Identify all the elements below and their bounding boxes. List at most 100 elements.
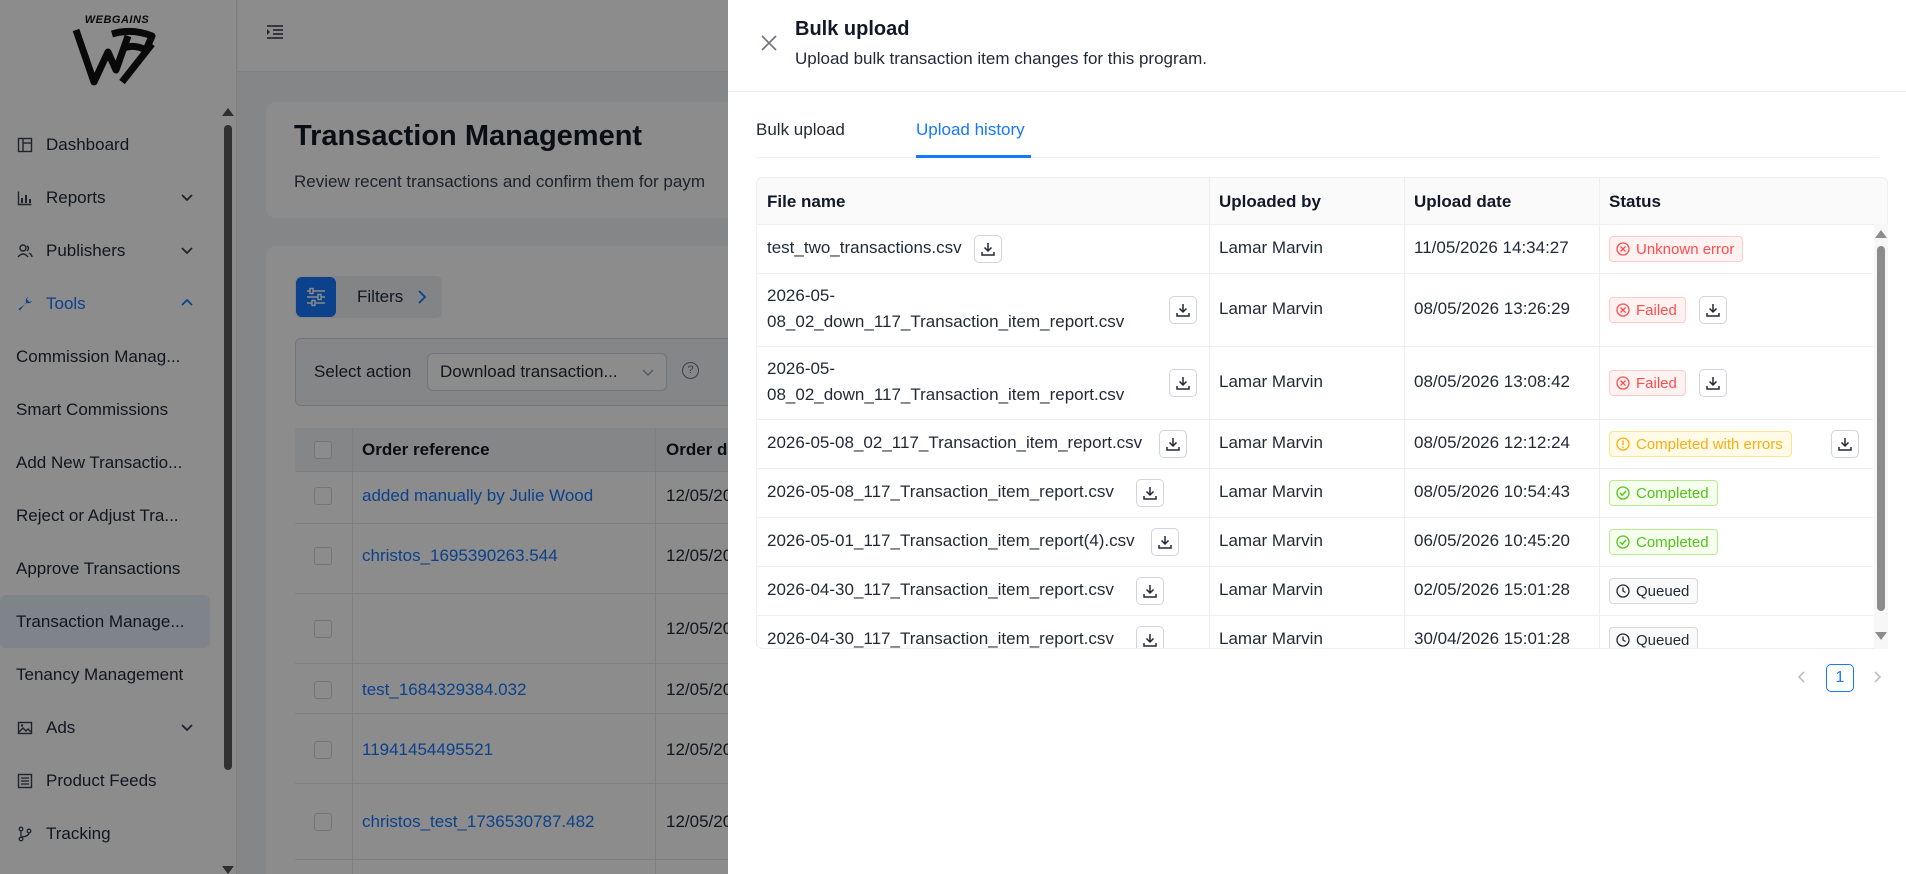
download-error-report-button[interactable] xyxy=(1699,369,1727,397)
column-divider xyxy=(1209,567,1210,616)
drawer-title: Bulk upload xyxy=(795,18,910,40)
download-icon xyxy=(1143,487,1157,500)
download-file-button[interactable] xyxy=(1159,430,1187,458)
column-divider xyxy=(1599,274,1600,347)
tab-bulk-upload[interactable]: Bulk upload xyxy=(756,120,845,140)
bulk-upload-drawer: Bulk upload Upload bulk transaction item… xyxy=(728,0,1906,874)
download-file-button[interactable] xyxy=(1169,369,1197,397)
uploaded-by: Lamar Marvin xyxy=(1219,299,1323,318)
column-divider xyxy=(1599,518,1600,567)
table-scroll-down-arrow[interactable] xyxy=(1875,632,1887,640)
upload-date: 08/05/2026 12:12:24 xyxy=(1414,433,1570,452)
column-header-status: Status xyxy=(1609,192,1661,211)
status-label: Completed with errors xyxy=(1636,435,1783,453)
file-name: 2026-05-08_02_117_Transaction_item_repor… xyxy=(767,433,1143,452)
file-name: 2026-05-08_02_down_117_Transaction_item_… xyxy=(767,359,1125,404)
download-file-button[interactable] xyxy=(974,235,1002,263)
status-label: Failed xyxy=(1636,301,1677,319)
column-divider xyxy=(1209,420,1210,469)
uploaded-by: Lamar Marvin xyxy=(1219,580,1323,599)
uploaded-by: Lamar Marvin xyxy=(1219,531,1323,550)
status-badge: Failed xyxy=(1609,370,1686,396)
column-divider xyxy=(1599,225,1600,274)
status-badge: Unknown error xyxy=(1609,236,1744,262)
file-name: test_two_transactions.csv xyxy=(767,238,962,257)
download-error-report-button[interactable] xyxy=(1831,430,1859,458)
file-name: 2026-05-08_117_Transaction_item_report.c… xyxy=(767,482,1114,501)
status-badge: Completed with errors xyxy=(1609,431,1792,457)
download-file-button[interactable] xyxy=(1136,626,1164,648)
file-name: 2026-04-30_117_Transaction_item_report.c… xyxy=(767,580,1114,599)
column-divider xyxy=(1209,518,1210,567)
uploaded-by: Lamar Marvin xyxy=(1219,629,1323,648)
table-scroll-up-arrow[interactable] xyxy=(1875,230,1887,238)
uploaded-by: Lamar Marvin xyxy=(1219,238,1323,257)
download-icon xyxy=(981,243,995,256)
download-icon xyxy=(1158,536,1172,549)
download-icon xyxy=(1143,634,1157,647)
table-row: 2026-04-30_117_Transaction_item_report.c… xyxy=(757,567,1873,616)
download-file-button[interactable] xyxy=(1136,479,1164,507)
status-label: Failed xyxy=(1636,374,1677,392)
status-badge: Failed xyxy=(1609,297,1686,323)
column-divider xyxy=(1404,274,1405,347)
table-row: test_two_transactions.csv Lamar Marvin 1… xyxy=(757,225,1873,274)
status-badge: Completed xyxy=(1609,480,1718,506)
column-divider xyxy=(1404,420,1405,469)
uploaded-by: Lamar Marvin xyxy=(1219,372,1323,391)
upload-date: 02/05/2026 15:01:28 xyxy=(1414,580,1570,599)
download-file-button[interactable] xyxy=(1169,296,1197,324)
status-label: Queued xyxy=(1636,582,1690,600)
download-icon xyxy=(1706,377,1720,390)
column-divider xyxy=(1404,178,1405,225)
status-label: Completed xyxy=(1636,533,1709,551)
upload-date: 11/05/2026 14:34:27 xyxy=(1414,238,1569,257)
column-header-uploaded-by: Uploaded by xyxy=(1219,192,1322,211)
download-icon xyxy=(1166,438,1180,451)
column-divider xyxy=(1209,225,1210,274)
close-circle-icon xyxy=(1616,303,1630,317)
table-header: File name Uploaded by Upload date Status xyxy=(757,178,1887,225)
clock-icon xyxy=(1616,633,1630,647)
drawer-subtitle: Upload bulk transaction item changes for… xyxy=(795,49,1207,68)
table-row: 2026-04-30_117_Transaction_item_report.c… xyxy=(757,616,1873,649)
close-circle-icon xyxy=(1616,376,1630,390)
column-divider xyxy=(1209,616,1210,648)
column-divider xyxy=(1599,347,1600,420)
download-file-button[interactable] xyxy=(1136,577,1164,605)
download-file-button[interactable] xyxy=(1151,528,1179,556)
upload-date: 06/05/2026 10:45:20 xyxy=(1414,531,1570,550)
close-icon[interactable] xyxy=(760,34,778,52)
close-circle-icon xyxy=(1616,242,1630,256)
status-label: Queued xyxy=(1636,631,1690,649)
table-row: 2026-05-08_117_Transaction_item_report.c… xyxy=(757,469,1873,518)
pagination-page-1[interactable]: 1 xyxy=(1826,664,1854,692)
drawer-header: Bulk upload Upload bulk transaction item… xyxy=(728,0,1906,92)
table-row: 2026-05-08_02_down_117_Transaction_item_… xyxy=(757,347,1873,420)
column-divider xyxy=(1404,616,1405,648)
uploaded-by: Lamar Marvin xyxy=(1219,482,1323,501)
download-icon xyxy=(1838,438,1852,451)
column-divider xyxy=(1404,347,1405,420)
download-icon xyxy=(1143,585,1157,598)
pagination-prev-icon[interactable] xyxy=(1794,669,1810,685)
column-divider xyxy=(1209,178,1210,225)
column-divider xyxy=(1599,469,1600,518)
modal-backdrop[interactable] xyxy=(0,0,728,874)
active-tab-indicator xyxy=(916,155,1031,158)
download-error-report-button[interactable] xyxy=(1699,296,1727,324)
table-row: 2026-05-01_117_Transaction_item_report(4… xyxy=(757,518,1873,567)
download-icon xyxy=(1706,304,1720,317)
pagination-next-icon[interactable] xyxy=(1869,669,1885,685)
column-divider xyxy=(1599,616,1600,648)
table-row: 2026-05-08_02_down_117_Transaction_item_… xyxy=(757,274,1873,347)
download-icon xyxy=(1176,377,1190,390)
check-circle-icon xyxy=(1616,535,1630,549)
drawer-tabs: Bulk upload Upload history xyxy=(756,108,1879,158)
table-scrollbar-thumb[interactable] xyxy=(1877,246,1885,611)
tab-upload-history[interactable]: Upload history xyxy=(916,120,1025,140)
column-divider xyxy=(1599,178,1600,225)
file-name: 2026-04-30_117_Transaction_item_report.c… xyxy=(767,629,1114,648)
exclamation-circle-icon xyxy=(1616,437,1630,451)
column-divider xyxy=(1404,567,1405,616)
